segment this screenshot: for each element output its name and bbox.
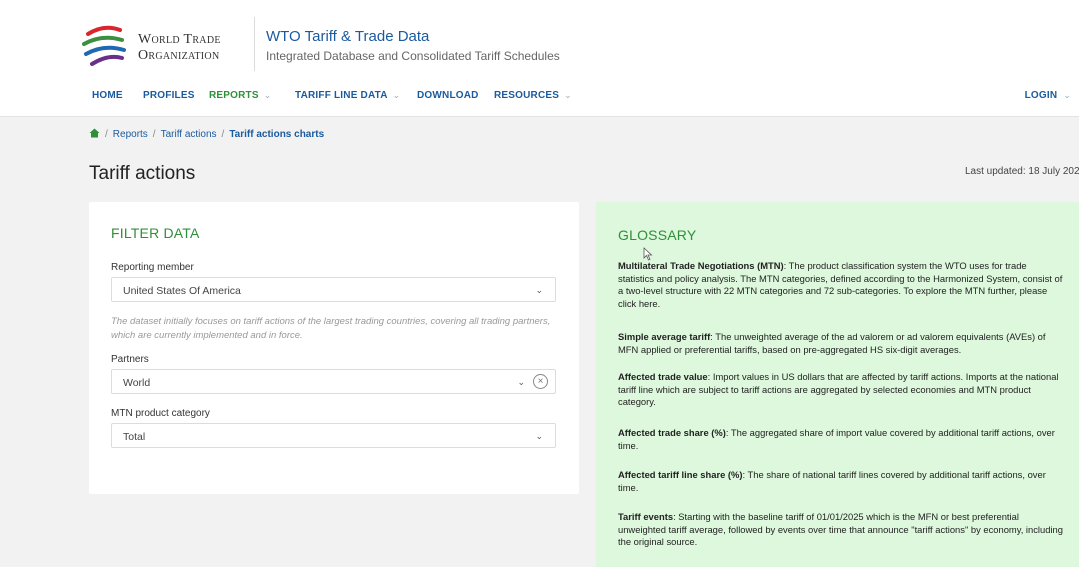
glossary-entry-tariff-events: Tariff events: Starting with the baselin… (618, 511, 1065, 549)
nav-profiles[interactable]: PROFILES (143, 90, 195, 101)
glossary-term: Affected tariff line share (%) (618, 469, 743, 480)
reporting-member-select[interactable]: United States Of America ⌄ (111, 277, 556, 302)
nav-resources[interactable]: RESOURCES ⌄ (494, 90, 572, 101)
site-title[interactable]: WTO Tariff & Trade Data (266, 28, 429, 45)
clear-icon[interactable]: × (533, 374, 548, 389)
nav-home[interactable]: HOME (92, 90, 123, 101)
logo-line-1: World Trade (138, 32, 221, 47)
mtn-category-select[interactable]: Total ⌄ (111, 423, 556, 448)
glossary-entry-simple-average: Simple average tariff: The unweighted av… (618, 331, 1065, 356)
glossary-term: Tariff events (618, 511, 674, 522)
login-menu[interactable]: LOGIN ⌄ (1025, 90, 1071, 101)
logo-wordmark: World Trade Organization (138, 32, 221, 64)
chevron-down-icon: ⌄ (535, 285, 543, 295)
glossary-term: Affected trade value (618, 371, 708, 382)
glossary-term: Affected trade share (%) (618, 427, 726, 438)
glossary-definition: : Starting with the baseline tariff of 0… (618, 511, 1063, 547)
site-subtitle: Integrated Database and Consolidated Tar… (266, 49, 560, 63)
filter-heading: FILTER DATA (111, 225, 200, 241)
brand-divider (254, 17, 255, 71)
chevron-down-icon: ⌄ (564, 90, 572, 100)
filter-panel: FILTER DATA Reporting member United Stat… (89, 202, 579, 494)
wto-logo-icon (82, 25, 126, 66)
chevron-down-icon: ⌄ (535, 431, 543, 441)
reporting-member-value: United States Of America (123, 285, 241, 297)
chevron-down-icon: ⌄ (517, 377, 525, 387)
breadcrumb-tariff-actions[interactable]: Tariff actions (161, 129, 217, 140)
partners-value: World (123, 377, 151, 389)
glossary-entry-affected-trade-share: Affected trade share (%): The aggregated… (618, 427, 1065, 452)
glossary-heading: GLOSSARY (618, 227, 697, 243)
glossary-term: Multilateral Trade Negotiations (MTN) (618, 260, 784, 271)
last-updated: Last updated: 18 July 202 (965, 166, 1079, 177)
breadcrumb: / Reports / Tariff actions / Tariff actions c… (89, 128, 324, 141)
glossary-entry-affected-tariff-line-share: Affected tariff line share (%): The shar… (618, 469, 1065, 494)
chevron-down-icon: ⌄ (263, 90, 272, 100)
glossary-entry-mtn: Multilateral Trade Negotiations (MTN): T… (618, 260, 1065, 310)
partners-label: Partners (111, 354, 149, 365)
partners-select[interactable]: World ⌄ × (111, 369, 556, 394)
nav-tariff-line-data[interactable]: TARIFF LINE DATA ⌄ (295, 90, 400, 101)
site-header: World Trade Organization WTO Tariff & Tr… (0, 0, 1079, 117)
mtn-category-label: MTN product category (111, 408, 210, 419)
nav-download[interactable]: DOWNLOAD (417, 90, 479, 101)
page-title: Tariff actions (89, 163, 196, 184)
reporting-member-label: Reporting member (111, 262, 194, 273)
logo-line-2: Organization (138, 48, 220, 63)
wto-logo[interactable]: World Trade Organization (80, 20, 252, 72)
chevron-down-icon: ⌄ (392, 90, 401, 100)
home-icon[interactable] (89, 128, 100, 141)
glossary-panel: GLOSSARY Multilateral Trade Negotiations… (596, 202, 1079, 567)
glossary-entry-affected-trade-value: Affected trade value: Import values in U… (618, 371, 1065, 409)
breadcrumb-reports[interactable]: Reports (113, 129, 148, 140)
dataset-note: The dataset initially focuses on tariff … (111, 316, 551, 341)
nav-reports[interactable]: REPORTS ⌄ (209, 90, 272, 101)
chevron-down-icon: ⌄ (1063, 90, 1071, 100)
breadcrumb-current: Tariff actions charts (229, 129, 325, 140)
glossary-term: Simple average tariff (618, 331, 711, 342)
mtn-category-value: Total (123, 431, 146, 443)
